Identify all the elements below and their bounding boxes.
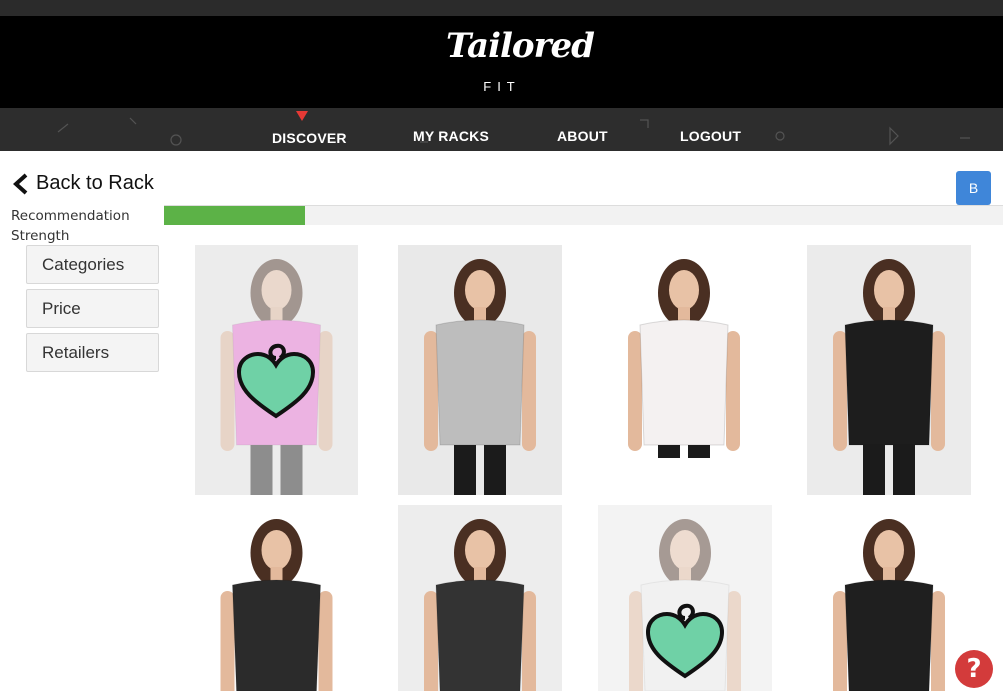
filter-retailers[interactable]: Retailers [26, 333, 159, 372]
tailored-fit-logo[interactable]: Tailored FIT [446, 24, 595, 104]
back-label: Back to Rack [36, 172, 154, 194]
product-card[interactable] [598, 245, 770, 458]
product-card[interactable] [807, 505, 971, 691]
product-image [628, 259, 740, 458]
help-icon[interactable]: ? [955, 650, 993, 688]
saved-heart-hanger-icon[interactable] [235, 332, 317, 422]
product-card[interactable] [398, 505, 562, 691]
filter-price[interactable]: Price [26, 289, 159, 328]
product-image [424, 519, 536, 691]
product-card[interactable] [807, 245, 971, 495]
nav-pattern [57, 117, 970, 146]
nav-logout[interactable]: LOGOUT [680, 128, 741, 144]
nav-about[interactable]: ABOUT [557, 128, 608, 144]
recommendation-strength-bar [164, 205, 1003, 225]
product-image [220, 519, 333, 691]
site-header: Tailored FIT [0, 16, 1003, 108]
nav-my-racks[interactable]: MY RACKS [413, 128, 489, 144]
product-card[interactable] [398, 245, 562, 495]
back-to-rack-link[interactable]: Back to Rack [12, 172, 154, 195]
recommendation-strength-fill [164, 206, 305, 225]
main-nav: DISCOVER MY RACKS ABOUT LOGOUT [0, 108, 1003, 151]
product-image [833, 259, 945, 495]
product-image [833, 519, 945, 691]
chevron-left-icon [13, 173, 28, 194]
user-badge-button[interactable]: B [956, 171, 991, 205]
active-nav-indicator [296, 111, 308, 121]
saved-heart-hanger-icon[interactable] [644, 592, 726, 682]
product-image [424, 259, 536, 495]
recommendation-strength-label: Recommendation Strength [11, 208, 130, 244]
top-strip [0, 0, 1003, 16]
logo-script: Tailored [446, 26, 595, 66]
filter-categories[interactable]: Categories [26, 245, 159, 284]
product-card[interactable] [195, 505, 358, 691]
nav-discover[interactable]: DISCOVER [272, 130, 347, 146]
logo-sub: FIT [483, 79, 521, 94]
